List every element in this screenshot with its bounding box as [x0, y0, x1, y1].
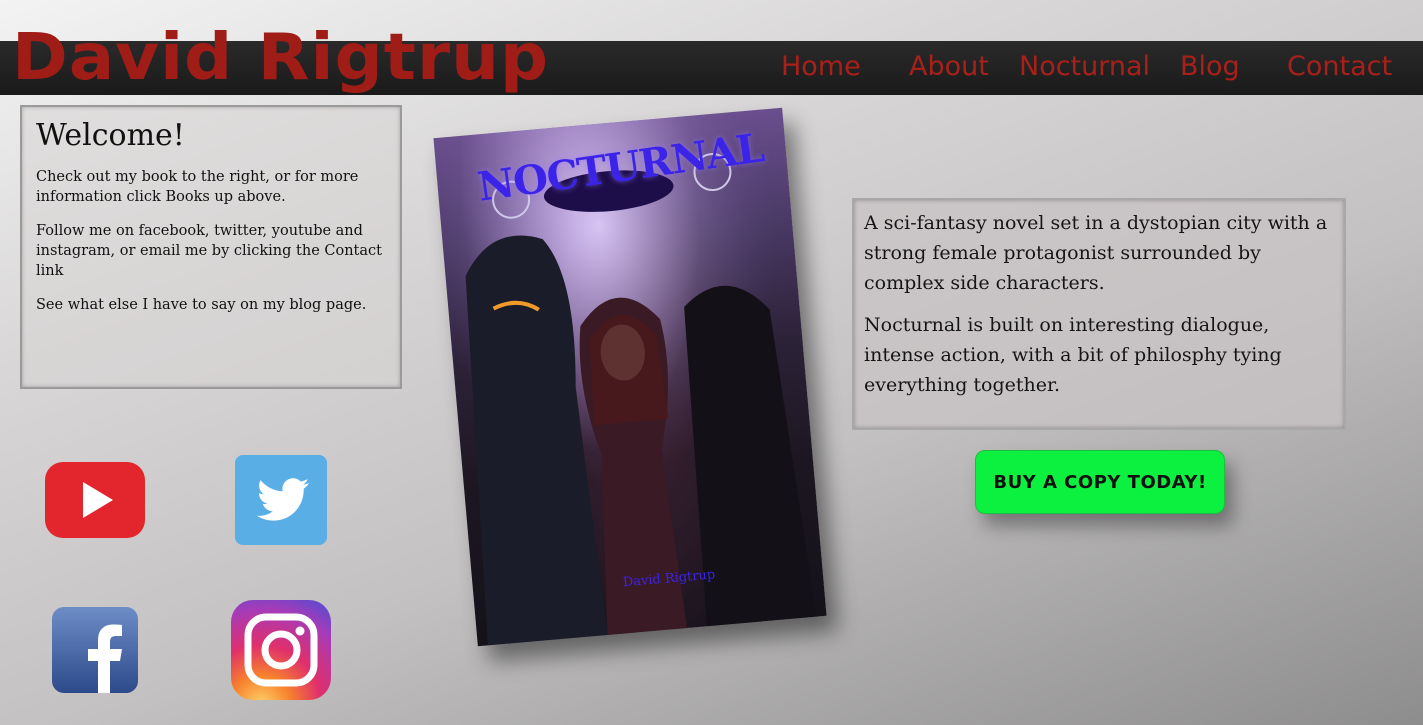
- facebook-icon[interactable]: [52, 607, 138, 693]
- book-description-box: A sci-fantasy novel set in a dystopian c…: [852, 198, 1346, 430]
- buy-button[interactable]: BUY A COPY TODAY!: [975, 450, 1225, 514]
- youtube-icon[interactable]: [45, 462, 145, 538]
- book-description: Nocturnal is built on interesting dialog…: [864, 314, 1282, 396]
- welcome-heading: Welcome!: [36, 118, 185, 153]
- nav-home[interactable]: Home: [781, 50, 861, 84]
- book-description: A sci-fantasy novel set in a dystopian c…: [864, 212, 1328, 294]
- book-cover[interactable]: NOCTURNAL David Rigtrup: [433, 107, 827, 647]
- welcome-paragraph: Follow me on facebook, twitter, youtube …: [36, 223, 382, 279]
- nav-nocturnal[interactable]: Nocturnal: [1019, 50, 1150, 84]
- welcome-box: Welcome! Check out my book to the right,…: [20, 105, 402, 389]
- welcome-paragraph: See what else I have to say on my blog p…: [36, 297, 367, 313]
- site-title[interactable]: David Rigtrup: [12, 18, 549, 98]
- instagram-icon[interactable]: [231, 600, 331, 700]
- welcome-paragraph: Check out my book to the right, or for m…: [36, 169, 359, 205]
- nav-about[interactable]: About: [909, 50, 989, 84]
- nav-blog[interactable]: Blog: [1180, 50, 1240, 84]
- nav-contact[interactable]: Contact: [1287, 50, 1392, 84]
- twitter-icon[interactable]: [235, 455, 327, 545]
